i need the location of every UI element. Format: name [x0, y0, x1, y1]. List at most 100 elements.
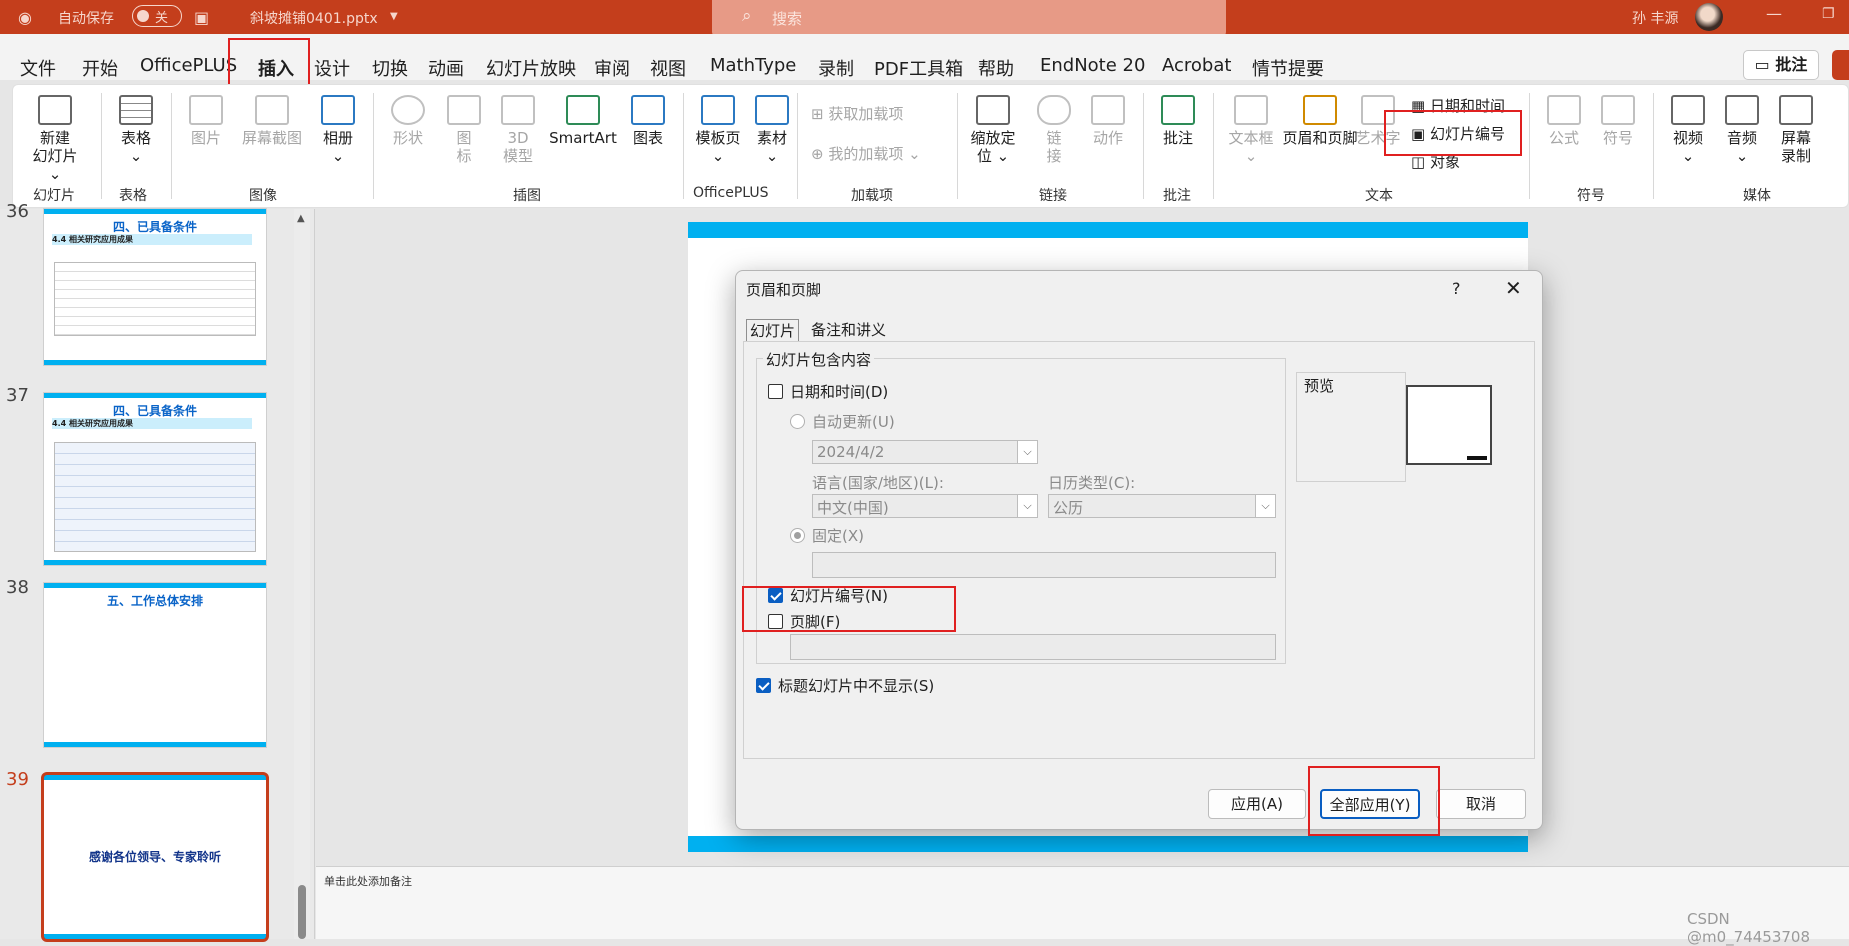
symbol-button[interactable]: 符号: [1593, 95, 1643, 147]
menu-transitions[interactable]: 切换: [372, 55, 408, 81]
calendar-select[interactable]: 公历 ⌵: [1048, 494, 1276, 518]
zoom-label: 缩放定: [970, 129, 1016, 147]
datetime-label: 日期和时间(D): [790, 383, 889, 401]
menu-officeplus[interactable]: OfficePLUS: [140, 55, 237, 76]
fixed-date-input[interactable]: [812, 552, 1276, 578]
language-select[interactable]: 中文(中国) ⌵: [812, 494, 1038, 518]
chevron-down-icon: ⌄: [1681, 147, 1695, 165]
menu-slideshow[interactable]: 幻灯片放映: [486, 55, 576, 81]
picture-icon: [189, 95, 223, 125]
chart-button[interactable]: 图表: [623, 95, 673, 147]
link-button[interactable]: 链接: [1029, 95, 1079, 165]
video-button[interactable]: 视频 ⌄: [1663, 95, 1713, 165]
3d-model-button[interactable]: 3D 模型: [493, 95, 543, 165]
footer-input[interactable]: [790, 634, 1276, 660]
material-button[interactable]: 素材 ⌄: [747, 95, 797, 165]
menu-design[interactable]: 设计: [314, 55, 350, 81]
close-icon[interactable]: ✕: [1505, 276, 1522, 300]
auto-update-radio[interactable]: [790, 414, 805, 429]
thumbnail-table: [54, 442, 256, 552]
autosave-label: 自动保存: [58, 11, 114, 27]
link-label: 链: [1046, 129, 1062, 147]
date-format-select[interactable]: 2024/4/2 ⌵: [812, 440, 1038, 464]
get-addins-button[interactable]: ⊞ 获取加载项: [811, 103, 903, 124]
my-addins-button[interactable]: ⊕ 我的加载项 ⌄: [811, 143, 921, 164]
chevron-down-icon: ⌵: [1017, 441, 1037, 463]
audio-button[interactable]: 音频 ⌄: [1717, 95, 1767, 165]
notes-pane[interactable]: 单击此处添加备注: [316, 866, 1849, 939]
slide-thumbnail-38[interactable]: 五、工作总体安排: [44, 583, 266, 747]
minimize-icon[interactable]: —: [1766, 4, 1782, 23]
smartart-button[interactable]: SmartArt: [547, 95, 619, 147]
menu-mathtype[interactable]: MathType: [710, 55, 796, 76]
chevron-down-icon[interactable]: ▼: [390, 11, 398, 22]
slide-thumbnail-37[interactable]: 四、已具备条件 4.4 相关研究应用成果: [44, 393, 266, 565]
powerpoint-logo-icon: ◉: [18, 8, 32, 27]
screen-record-label: 屏幕: [1780, 129, 1811, 147]
save-icon[interactable]: ▣: [194, 8, 209, 27]
help-button[interactable]: ?: [1452, 279, 1461, 298]
icons-button[interactable]: 图标: [439, 95, 489, 165]
slide-thumbnail-36[interactable]: 四、已具备条件 4.4 相关研究应用成果: [44, 209, 266, 365]
table-button[interactable]: 表格 ⌄: [111, 95, 161, 165]
menu-help[interactable]: 帮助: [978, 55, 1014, 81]
restore-icon[interactable]: ❐: [1822, 6, 1835, 22]
textbox-icon: [1234, 95, 1268, 125]
file-name[interactable]: 斜坡摊铺0401.pptx: [250, 8, 378, 28]
audio-label: 音频: [1726, 129, 1757, 147]
zoom-button[interactable]: 缩放定位 ⌄: [963, 95, 1023, 165]
picture-button[interactable]: 图片: [181, 95, 231, 147]
dialog-title: 页眉和页脚: [746, 281, 822, 299]
ribbon-separator: [1143, 93, 1144, 199]
tab-slide[interactable]: 幻灯片: [746, 319, 800, 341]
equation-button[interactable]: 公式: [1539, 95, 1589, 147]
fixed-radio[interactable]: [790, 528, 805, 543]
screenshot-button[interactable]: 屏幕截图: [235, 95, 309, 147]
share-button[interactable]: [1832, 50, 1849, 80]
title-bar: ◉ 自动保存 关 ▣ 斜坡摊铺0401.pptx ▼ ⌕ 搜索 孙 丰源 — ❐: [0, 0, 1849, 36]
comment-button[interactable]: ▭ 批注: [1743, 50, 1819, 80]
slide-thumbnail-39[interactable]: 感谢各位领导、专家聆听: [44, 775, 266, 939]
screen-record-label-2: 录制: [1780, 147, 1811, 165]
autosave-toggle[interactable]: 关: [132, 5, 182, 27]
fixed-label: 固定(X): [812, 527, 864, 545]
cancel-button[interactable]: 取消: [1436, 789, 1526, 819]
tab-notes-handouts[interactable]: 备注和讲义: [808, 319, 889, 340]
hide-on-title-checkbox[interactable]: [756, 678, 771, 693]
shapes-button[interactable]: 形状: [383, 95, 433, 147]
menu-acrobat[interactable]: Acrobat: [1162, 55, 1231, 76]
template-button[interactable]: 模板页 ⌄: [693, 95, 743, 165]
speaker-icon: [1725, 95, 1759, 125]
language-value: 中文(中国): [817, 499, 889, 517]
group-label-illustrations: 插图: [513, 188, 541, 204]
menu-home[interactable]: 开始: [82, 55, 118, 81]
ribbon-separator: [1653, 93, 1654, 199]
apply-button[interactable]: 应用(A): [1208, 789, 1306, 819]
insert-comment-label: 批注: [1162, 129, 1193, 147]
template-label: 模板页: [695, 129, 741, 147]
menu-endnote[interactable]: EndNote 20: [1040, 55, 1145, 76]
scroll-up-icon[interactable]: ▲: [297, 213, 305, 224]
cube-icon: [501, 95, 535, 125]
menu-animations[interactable]: 动画: [428, 55, 464, 81]
menu-file[interactable]: 文件: [20, 55, 56, 81]
user-name[interactable]: 孙 丰源: [1632, 8, 1678, 28]
menu-review[interactable]: 审阅: [594, 55, 630, 81]
menu-storyboard[interactable]: 情节提要: [1252, 55, 1324, 81]
menu-view[interactable]: 视图: [650, 55, 686, 81]
new-slide-button[interactable]: 新建 幻灯片 ⌄: [25, 95, 85, 183]
thumbnail-scrollbar[interactable]: ▲: [294, 209, 310, 939]
datetime-checkbox[interactable]: [768, 384, 783, 399]
3d-label: 3D: [507, 129, 529, 147]
avatar[interactable]: [1695, 3, 1723, 31]
scrollbar-thumb[interactable]: [298, 885, 306, 939]
action-button[interactable]: 动作: [1083, 95, 1133, 147]
search-box[interactable]: ⌕ 搜索: [712, 0, 1226, 36]
menu-record[interactable]: 录制: [818, 55, 854, 81]
album-button[interactable]: 相册 ⌄: [313, 95, 363, 165]
menu-pdf-tools[interactable]: PDF工具箱: [874, 55, 963, 81]
ribbon-separator: [373, 93, 374, 199]
screen-record-button[interactable]: 屏幕 录制: [1771, 95, 1821, 165]
preview-slide-number: [1467, 456, 1487, 460]
insert-comment-button[interactable]: 批注: [1153, 95, 1203, 147]
